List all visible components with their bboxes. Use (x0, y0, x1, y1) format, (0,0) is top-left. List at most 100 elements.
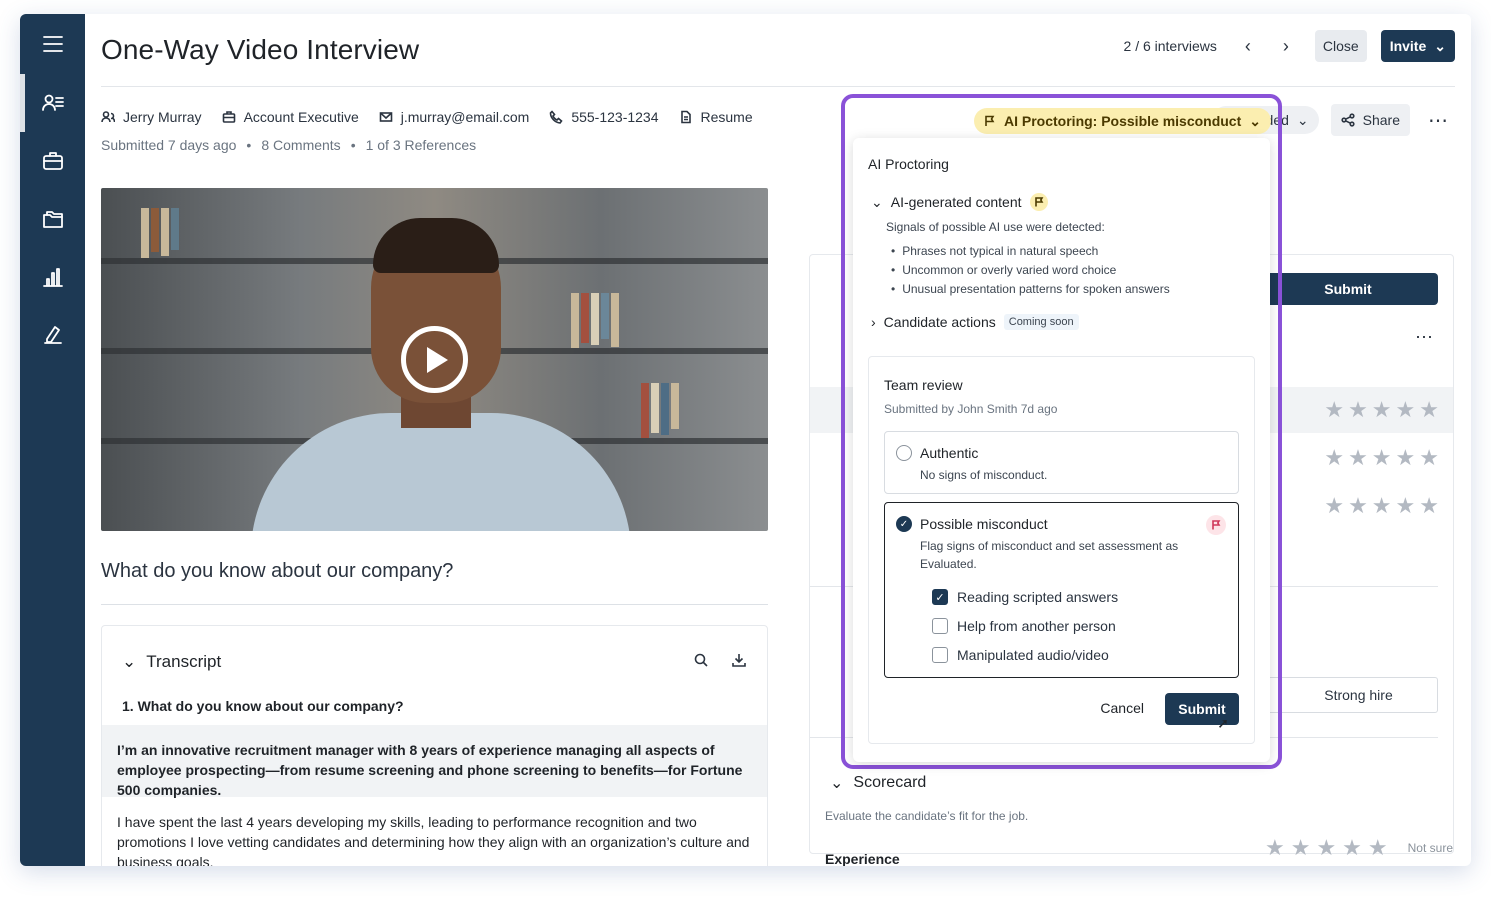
star-icon[interactable]: ★ (1419, 397, 1439, 423)
team-review-title: Team review (884, 377, 963, 393)
transcript-toggle[interactable]: ⌄ Transcript (122, 652, 221, 672)
share-icon (1341, 113, 1355, 127)
chevron-down-icon: ⌄ (830, 775, 844, 792)
close-button[interactable]: Close (1314, 30, 1367, 62)
transcript-panel: ⌄ Transcript 1. What do you know about o… (101, 625, 768, 866)
rating-stars[interactable]: ★ ★ ★ ★ ★ (1324, 493, 1439, 519)
analytics-icon[interactable] (20, 253, 85, 301)
scorecard-toggle[interactable]: ⌄ Scorecard (830, 773, 926, 793)
search-icon[interactable] (693, 652, 709, 668)
mail-icon (379, 112, 393, 122)
candidate-phone-item[interactable]: 555-123-1234 (549, 109, 659, 125)
candidate-name: Jerry Murray (123, 109, 202, 125)
not-sure-option[interactable]: Not sure (1408, 841, 1453, 855)
star-icon[interactable]: ★ (1396, 397, 1416, 423)
star-icon[interactable]: ★ (1265, 835, 1285, 861)
rating-stars[interactable]: ★ ★ ★ ★ ★ (1324, 397, 1439, 423)
star-icon[interactable]: ★ (1324, 493, 1344, 519)
ai-proctoring-label: AI Proctoring: Possible misconduct (1004, 113, 1242, 129)
checkbox[interactable] (932, 647, 948, 663)
candidate-actions-toggle[interactable]: › Candidate actions Coming soon (871, 314, 1079, 330)
star-icon[interactable]: ★ (1368, 835, 1388, 861)
comments-link[interactable]: 8 Comments (261, 137, 340, 153)
star-icon[interactable]: ★ (1396, 445, 1416, 471)
chevron-down-icon: ⌄ (1434, 37, 1446, 54)
more-options-icon[interactable]: ⋯ (1422, 108, 1455, 133)
star-icon[interactable]: ★ (1348, 397, 1368, 423)
more-options-icon[interactable]: ⋯ (1415, 327, 1433, 348)
star-icon[interactable]: ★ (1372, 397, 1392, 423)
video-player[interactable] (101, 188, 768, 531)
star-icon[interactable]: ★ (1348, 493, 1368, 519)
mouse-cursor-icon: ➚ (1217, 715, 1229, 731)
folders-icon[interactable] (20, 195, 85, 243)
team-review-subtitle: Submitted by John Smith 7d ago (884, 402, 1058, 416)
authentic-radio[interactable] (896, 445, 912, 461)
share-button[interactable]: Share (1330, 104, 1410, 136)
candidate-email[interactable]: j.murray@email.com (401, 109, 530, 125)
separator-dot: • (350, 137, 356, 153)
invite-button[interactable]: Invite ⌄ (1380, 30, 1455, 62)
misconduct-radio[interactable]: ✓ (896, 516, 912, 532)
download-icon[interactable] (731, 652, 747, 668)
rating-stars[interactable]: ★ ★ ★ ★ ★ (1324, 445, 1439, 471)
candidate-role: Account Executive (243, 109, 359, 125)
recommendation-strong-hire[interactable]: Strong hire (1280, 678, 1437, 712)
star-icon[interactable]: ★ (1291, 835, 1311, 861)
candidate-role-item: Account Executive (222, 109, 359, 125)
check-manipulated-av[interactable]: Manipulated audio/video (932, 647, 1109, 663)
check-label: Reading scripted answers (957, 589, 1119, 605)
resume-label[interactable]: Resume (701, 109, 753, 125)
star-icon[interactable]: ★ (1419, 445, 1439, 471)
briefcase-icon[interactable] (20, 137, 85, 185)
bg-books (641, 383, 679, 438)
star-icon[interactable]: ★ (1396, 493, 1416, 519)
checkbox[interactable] (932, 618, 948, 634)
star-icon[interactable]: ★ (1372, 493, 1392, 519)
cancel-button[interactable]: Cancel (1100, 700, 1144, 716)
resume-link[interactable]: Resume (679, 109, 753, 125)
scorecard-title: Scorecard (853, 774, 927, 791)
bg-books (141, 208, 179, 258)
star-icon[interactable]: ★ (1342, 835, 1362, 861)
chevron-left-icon[interactable]: ‹ (1233, 31, 1263, 61)
authentic-subtitle: No signs of misconduct. (920, 468, 1048, 482)
candidate-phone[interactable]: 555-123-1234 (571, 109, 658, 125)
evaluation-submit-button[interactable]: Submit (1258, 273, 1438, 305)
candidate-email-item[interactable]: j.murray@email.com (379, 109, 530, 125)
star-icon[interactable]: ★ (1419, 493, 1439, 519)
experience-label: Experience (825, 851, 900, 866)
check-reading-scripted[interactable]: ✓ Reading scripted answers (932, 589, 1118, 605)
references-link[interactable]: 1 of 3 References (366, 137, 477, 153)
transcript-question: 1. What do you know about our company? (122, 698, 404, 714)
menu-icon[interactable] (20, 20, 85, 68)
scorecard-subtitle: Evaluate the candidate’s fit for the job… (825, 809, 1029, 823)
ai-content-toggle[interactable]: ⌄ AI-generated content (871, 193, 1048, 211)
question-divider (101, 604, 768, 605)
signature-icon[interactable] (20, 311, 85, 359)
star-icon[interactable]: ★ (1324, 445, 1344, 471)
ai-proctoring-dropdown[interactable]: AI Proctoring: Possible misconduct ⌄ (974, 108, 1271, 134)
ai-proctoring-panel: AI Proctoring ⌄ AI-generated content Sig… (853, 138, 1270, 762)
list-item: Phrases not typical in natural speech (891, 242, 1170, 261)
star-icon[interactable]: ★ (1348, 445, 1368, 471)
star-icon[interactable]: ★ (1316, 835, 1336, 861)
transcript-highlight: I’m an innovative recruitment manager wi… (102, 725, 767, 798)
check-help-from-another[interactable]: Help from another person (932, 618, 1116, 634)
invite-label: Invite (1389, 38, 1427, 54)
candidates-icon[interactable] (20, 79, 85, 127)
checkbox-checked[interactable]: ✓ (932, 589, 948, 605)
star-icon[interactable]: ★ (1324, 397, 1344, 423)
candidate-meta: Jerry Murray Account Executive j.murray@… (101, 109, 753, 125)
candidate-name-item: Jerry Murray (101, 109, 202, 125)
play-icon[interactable] (401, 326, 468, 393)
interview-question: What do you know about our company? (101, 560, 454, 582)
chevron-right-icon[interactable]: › (1271, 31, 1301, 61)
chevron-down-icon: ⌄ (1249, 112, 1261, 129)
authentic-option[interactable]: Authentic No signs of misconduct. (884, 431, 1239, 494)
star-icon[interactable]: ★ (1372, 445, 1392, 471)
panel-title: AI Proctoring (868, 156, 949, 172)
possible-misconduct-option[interactable]: ✓ Possible misconduct Flag signs of misc… (884, 502, 1239, 678)
flag-icon (1206, 515, 1226, 535)
app-window: One-Way Video Interview 2 / 6 interviews… (20, 14, 1471, 866)
